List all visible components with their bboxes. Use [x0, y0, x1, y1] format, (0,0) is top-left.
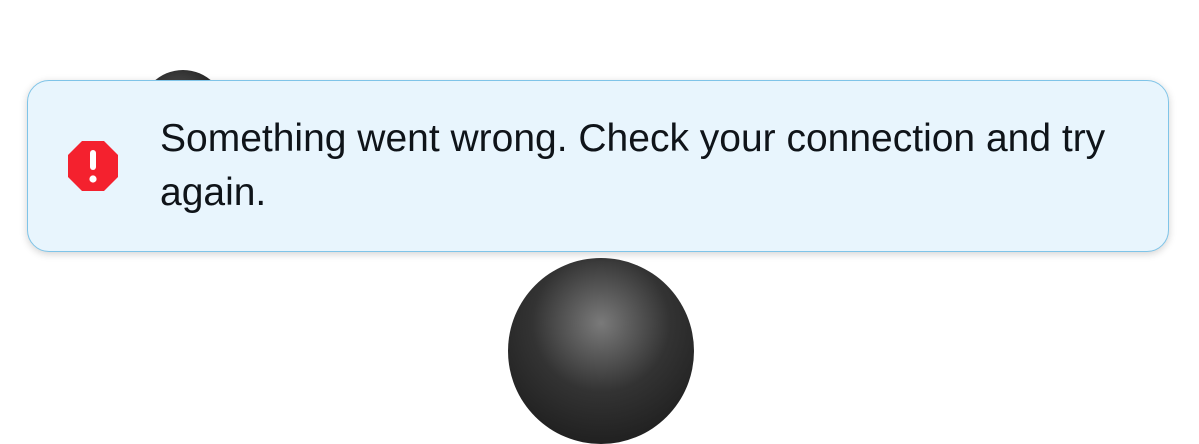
avatar	[508, 258, 694, 444]
alert-octagon-icon	[66, 139, 120, 193]
error-toast: Something went wrong. Check your connect…	[27, 80, 1169, 252]
toast-message: Something went wrong. Check your connect…	[160, 117, 1106, 214]
